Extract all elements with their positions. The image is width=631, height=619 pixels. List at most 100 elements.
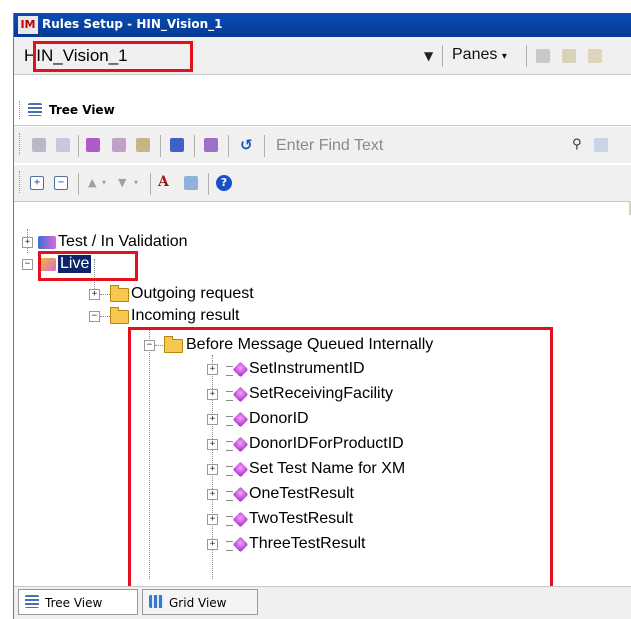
move-folder-icon[interactable] (136, 138, 150, 152)
tab-tree-view[interactable]: Tree View (18, 589, 138, 615)
move-down-icon[interactable]: ▼ (118, 176, 132, 190)
collapse-all-icon[interactable]: − (54, 176, 68, 190)
expand-icon[interactable]: + (89, 289, 100, 300)
rules-setup-window: IM Rules Setup - HIN_Vision_1 HIN_Vision… (13, 13, 631, 619)
tree-node-label: SetReceivingFacility (249, 385, 394, 402)
tree-node-before-message-queued[interactable]: − Before Message Queued Internally (14, 336, 534, 356)
collapse-icon[interactable]: − (89, 311, 100, 322)
environment-icon (38, 236, 56, 249)
image-settings-icon[interactable] (184, 176, 198, 190)
tree-view-title: Tree View (49, 103, 115, 117)
rule-lines-icon (226, 366, 233, 376)
rule-icon (232, 511, 249, 528)
rule-icon (232, 411, 249, 428)
toolbar-divider (160, 135, 161, 157)
expand-all-icon[interactable]: + (30, 176, 44, 190)
configuration-toolbar: HIN_Vision_1 ▼ Panes ▾ (14, 37, 631, 75)
tree-node-label: DonorID (249, 410, 309, 427)
refresh-icon[interactable]: ↺ (240, 138, 254, 153)
tree-node-label: Outgoing request (131, 285, 254, 302)
tree-node-rule[interactable]: + SetReceivingFacility (14, 385, 534, 405)
expand-icon[interactable]: + (207, 414, 218, 425)
expand-icon[interactable]: + (207, 464, 218, 475)
copy-rule-icon[interactable] (112, 138, 126, 152)
tree-view-header: Tree View (14, 95, 631, 126)
delete-rule-icon[interactable] (56, 138, 70, 152)
expand-icon[interactable]: + (207, 489, 218, 500)
tree-node-rule[interactable]: + TwoTestResult (14, 510, 534, 530)
tree-node-rule[interactable]: + OneTestResult (14, 485, 534, 505)
tree-node-test-in-validation[interactable]: + Test / In Validation (14, 233, 314, 253)
collapse-icon[interactable]: − (144, 340, 155, 351)
tree-node-label: DonorIDForProductID (249, 435, 404, 452)
tree-node-label: TwoTestResult (249, 510, 354, 527)
tree-node-label: ThreeTestResult (249, 535, 366, 552)
find-options-icon[interactable] (594, 138, 608, 152)
tree-view-icon (28, 103, 42, 116)
folder-icon (110, 285, 129, 302)
tree-node-label: Test / In Validation (58, 233, 188, 250)
rule-lines-icon (226, 416, 233, 426)
expand-icon[interactable]: + (22, 237, 33, 248)
add-rule-icon[interactable] (86, 138, 100, 152)
rule-lines-icon (226, 466, 233, 476)
tree-node-rule[interactable]: + SetInstrumentID (14, 360, 534, 380)
tree-node-rule[interactable]: + DonorID (14, 410, 534, 430)
move-up-dropdown-icon[interactable]: ▾ (102, 176, 116, 190)
toolbar-divider (442, 45, 443, 67)
binoculars-icon[interactable]: ⚲ (572, 138, 586, 152)
tree-node-incoming-result[interactable]: − Incoming result (14, 307, 334, 327)
move-down-dropdown-icon[interactable]: ▾ (134, 176, 148, 190)
tree-node-label: Before Message Queued Internally (186, 336, 434, 353)
rule-icon (232, 486, 249, 503)
panes-menu-button[interactable]: Panes ▾ (452, 46, 507, 64)
tree-node-label: SetInstrumentID (249, 360, 365, 377)
tab-label: Tree View (45, 596, 103, 610)
font-size-icon[interactable]: A (158, 175, 172, 189)
expand-icon[interactable]: + (207, 514, 218, 525)
rule-lines-icon (226, 516, 233, 526)
tab-grid-view[interactable]: Grid View (142, 589, 258, 615)
tree-node-outgoing-request[interactable]: + Outgoing request (14, 285, 334, 305)
expand-icon[interactable]: + (207, 364, 218, 375)
selection-highlight-box (33, 41, 193, 72)
toolbar-divider (194, 135, 195, 157)
copy-icon[interactable] (562, 49, 576, 63)
chevron-down-icon[interactable]: ▼ (424, 49, 433, 63)
toolbar-grip[interactable] (19, 133, 23, 155)
toolbar-divider (228, 135, 229, 157)
find-text-input[interactable]: Enter Find Text (276, 137, 383, 155)
caret-down-icon: ▾ (501, 51, 507, 62)
tree-node-rule[interactable]: + DonorIDForProductID (14, 435, 534, 455)
toolbar-divider (78, 173, 79, 195)
expand-icon[interactable]: + (207, 539, 218, 550)
toolbar-grip[interactable] (19, 101, 23, 119)
toolbar-grip[interactable] (19, 171, 23, 193)
paste-icon[interactable] (588, 49, 602, 63)
folder-open-icon (164, 336, 183, 353)
rule-icon (232, 536, 249, 553)
tree-node-rule[interactable]: + Set Test Name for XM (14, 460, 534, 480)
tree-node-label: Incoming result (131, 307, 240, 324)
expand-icon[interactable]: + (207, 389, 218, 400)
properties-icon[interactable] (170, 138, 184, 152)
help-icon[interactable]: ? (216, 175, 232, 191)
rule-icon (232, 361, 249, 378)
rule-lines-icon (226, 441, 233, 451)
tree-guide-line (100, 294, 110, 295)
toolbar-divider (264, 135, 265, 157)
edit-rule-icon[interactable] (204, 138, 218, 152)
window-title: Rules Setup - HIN_Vision_1 (42, 17, 223, 31)
tree-node-rule[interactable]: + ThreeTestResult (14, 535, 534, 555)
collapse-icon[interactable]: − (22, 259, 33, 270)
move-rule-icon[interactable] (32, 138, 46, 152)
folder-open-icon (110, 307, 129, 324)
view-tabs-bar: Tree View Grid View (14, 586, 631, 619)
cut-icon[interactable] (536, 49, 550, 63)
tree-node-label: Set Test Name for XM (249, 460, 406, 477)
tree-toolbar-primary: ↺ Enter Find Text ⚲ (14, 127, 631, 163)
move-up-icon[interactable]: ▲ (88, 176, 102, 190)
rule-icon (232, 461, 249, 478)
expand-icon[interactable]: + (207, 439, 218, 450)
grid-view-icon (149, 595, 163, 608)
